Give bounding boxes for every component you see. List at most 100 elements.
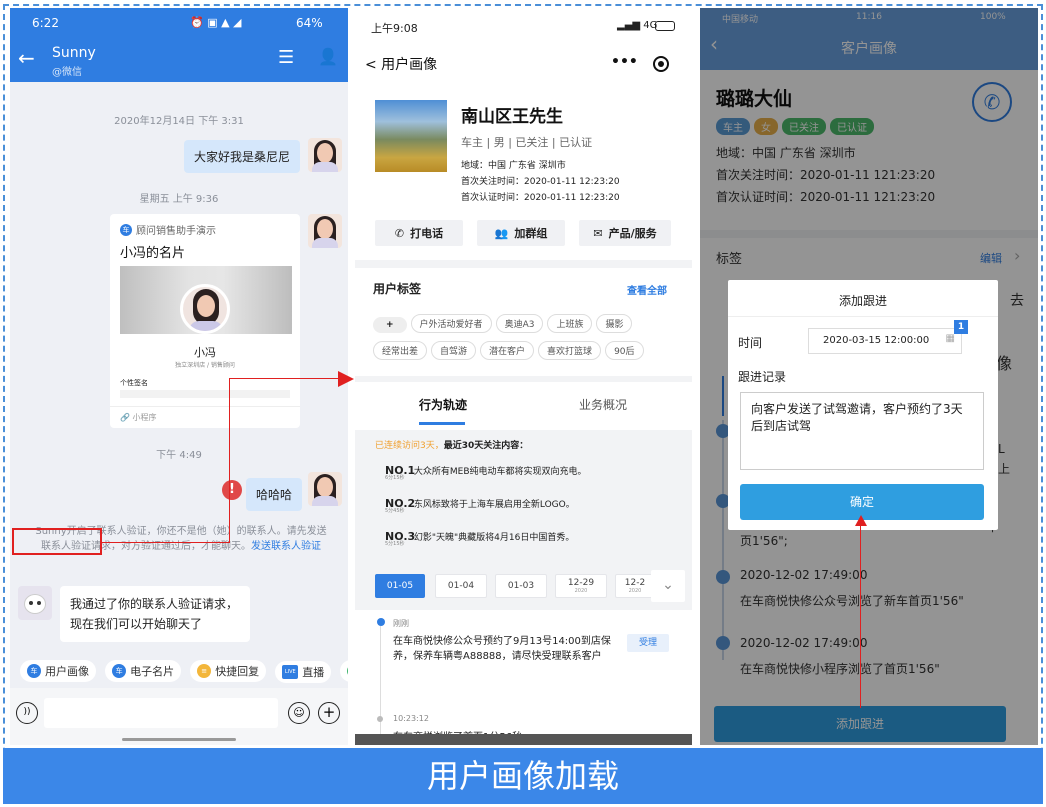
profile-header: 上午9:08 ▂▄▆ 4G < 用户画像 ••• 南山区王先生 车主 | 男 |… [355, 8, 692, 260]
toolbar-item-quick-reply[interactable]: ≡ 快捷回复 [190, 660, 267, 682]
timeline-line [380, 626, 381, 745]
date-chip[interactable]: 12-2 2020 [615, 574, 655, 598]
battery-percent: 64% [296, 16, 323, 30]
divider [110, 406, 300, 407]
app-logo-icon: 车 [112, 664, 127, 678]
accept-button[interactable]: 受理 [627, 634, 669, 652]
toolbar-item-more[interactable]: 人司 [340, 660, 348, 682]
mail-icon: ✉ [593, 226, 603, 240]
status-time: 上午9:08 [371, 22, 418, 35]
date-chip[interactable]: 01-04 [435, 574, 487, 598]
date-label: 12-29 [567, 578, 595, 588]
caption-banner: 用户画像加载 [3, 748, 1043, 804]
news-item: NO.3 幻影"天魄"典藏版将4月16日中国首秀。 5分15秒 [385, 530, 574, 547]
message-bubble: 我通过了你的联系人验证请求，现在我们可以开始聊天了 [60, 586, 250, 642]
call-button[interactable]: ✆ 打电话 [375, 220, 463, 246]
message-input[interactable] [44, 698, 278, 728]
tab-business[interactable]: 业务概况 [579, 396, 627, 413]
date-chip[interactable]: 01-03 [495, 574, 547, 598]
date-label: 01-05 [386, 581, 414, 591]
product-service-button[interactable]: ✉ 产品/服务 [579, 220, 671, 246]
tag-chip[interactable]: 奥迪A3 [495, 314, 544, 333]
send-verification-link[interactable]: 发送联系人验证 [251, 541, 321, 552]
date-label: 12-2 [624, 578, 646, 588]
add-tag-button[interactable]: + [373, 317, 407, 333]
tag-chip[interactable]: 自驾游 [431, 341, 477, 360]
date-chip-active[interactable]: 01-05 [375, 574, 425, 598]
toolbar-item-live[interactable]: LIVE 直播 [275, 661, 332, 683]
contact-card-message[interactable]: 车 顾问销售助手演示 小冯的名片 小冯 独立深圳店 / 销售顾问 个性签名 🔗 … [110, 214, 300, 428]
emoji-icon[interactable]: ☺ [288, 702, 310, 724]
news-text: 东风标致将于上海车展启用全新LOGO。 [413, 500, 575, 510]
user-tags-section: 用户标签 查看全部 + 户外活动爱好者 奥迪A3 上班族 摄影经常出差 自驾游 潜在客户 喜欢… [355, 268, 692, 376]
view-all-link[interactable]: 查看全部 [627, 282, 667, 297]
annotation-line [229, 378, 230, 543]
first-follow-time: 首次关注时间：2020-01-11 12:23:20 [461, 177, 620, 187]
home-indicator [122, 738, 236, 741]
toolbar-label: 直播 [302, 666, 325, 679]
tag-list: + 户外活动爱好者 奥迪A3 上班族 摄影经常出差 自驾游 潜在客户 喜欢打篮球 90后 [373, 312, 673, 366]
news-item: NO.1 大众所有MEB纯电动车都将实现双向充电。 6分15秒 [385, 464, 587, 481]
status-icons: ⏰ ▣ ▲ ◢ [190, 16, 242, 29]
activity-timeline: 刚刚 在车商悦快修公众号预约了9月13号14:00到店保养，保养车辆粤A8888… [355, 610, 692, 745]
quick-toolbar: 车用户画像 车电子名片 ≡快捷回复 LIVE直播 人司 [10, 658, 348, 686]
more-dots-icon[interactable]: ••• [611, 54, 638, 70]
close-circle-icon[interactable] [653, 56, 669, 72]
card-name: 小冯 [194, 346, 216, 359]
contact-name: Sunny [52, 45, 96, 61]
cat-avatar [18, 586, 52, 620]
record-textarea[interactable]: 向客户发送了试驾邀请，客户预约了3天后到店试驾 [740, 392, 984, 470]
toolbar-label: 快捷回复 [215, 665, 260, 678]
back-arrow-icon[interactable]: ← [18, 46, 35, 70]
visit-streak: 已连续访问3天， [375, 441, 444, 451]
menu-icon[interactable]: ☰ [278, 47, 294, 68]
tag-chip[interactable]: 摄影 [596, 314, 633, 333]
message-bubble: 大家好我是桑尼尼 [184, 140, 301, 173]
card-source: 车 顾问销售助手演示 [120, 222, 216, 237]
back-title[interactable]: < 用户画像 [365, 54, 437, 74]
date-label: 01-03 [507, 581, 535, 591]
user-profile-icon[interactable]: 👤 [318, 47, 338, 66]
card-title: 小冯的名片 [120, 246, 186, 261]
group-icon: 👥 [494, 226, 509, 240]
toolbar-label: 用户画像 [45, 665, 89, 678]
tag-chip[interactable]: 90后 [605, 341, 644, 360]
profile-photo [375, 100, 447, 172]
add-group-button[interactable]: 👥 加群组 [477, 220, 565, 246]
tag-chip[interactable]: 经常出差 [373, 341, 428, 360]
tab-behavior[interactable]: 行为轨迹 [419, 396, 467, 413]
timeline-dot [377, 618, 385, 626]
tag-chip[interactable]: 潜在客户 [480, 341, 535, 360]
toolbar-label: 电子名片 [130, 665, 175, 678]
input-bar: )) ☺ + [10, 688, 348, 745]
app-logo-icon: 车 [27, 664, 41, 678]
toolbar-item-user-portrait[interactable]: 车用户画像 [20, 660, 96, 682]
status-time: 6:22 [32, 16, 59, 30]
plus-icon[interactable]: + [318, 702, 340, 724]
date-year: 2020 [628, 588, 642, 594]
live-icon: LIVE [282, 665, 299, 679]
arrow-right-icon [338, 371, 354, 387]
tag-chip[interactable]: 上班族 [547, 314, 593, 333]
user-profile-screen: 上午9:08 ▂▄▆ 4G < 用户画像 ••• 南山区王先生 车主 | 男 |… [355, 8, 692, 745]
avatar [308, 472, 342, 506]
tag-chip[interactable]: 喜欢打篮球 [538, 341, 602, 360]
timeline-dot [377, 716, 383, 722]
toolbar-item-business-card[interactable]: 车电子名片 [105, 660, 182, 682]
step-badge: 1 [954, 320, 968, 334]
divider [728, 316, 998, 317]
tag-chip[interactable]: 户外活动爱好者 [410, 314, 492, 333]
send-failed-icon[interactable]: ! [222, 480, 242, 500]
arrow-up-icon [855, 515, 867, 526]
news-item: NO.2 东风标致将于上海车展启用全新LOGO。 5分45秒 [385, 497, 575, 514]
product-label: 产品/服务 [608, 227, 657, 240]
news-text: 大众所有MEB纯电动车都将实现双向充电。 [413, 467, 587, 477]
chat-screen: 6:22 ⏰ ▣ ▲ ◢ 64% ← Sunny @微信 ☰ 👤 2020年12… [10, 8, 348, 745]
calendar-icon[interactable]: ▦ [946, 333, 955, 344]
date-chip[interactable]: 12-29 2020 [555, 574, 607, 598]
visit-summary: 已连续访问3天，最近30天关注内容： [375, 438, 528, 451]
add-followup-dialog: 添加跟进 时间 2020-03-15 12:00:00 ▦ 1 跟进记录 向客户发… [728, 280, 998, 530]
time-input[interactable]: 2020-03-15 12:00:00 ▦ [808, 328, 962, 354]
voice-icon[interactable]: )) [16, 702, 38, 724]
chevron-down-icon[interactable]: ⌄ [651, 570, 685, 602]
